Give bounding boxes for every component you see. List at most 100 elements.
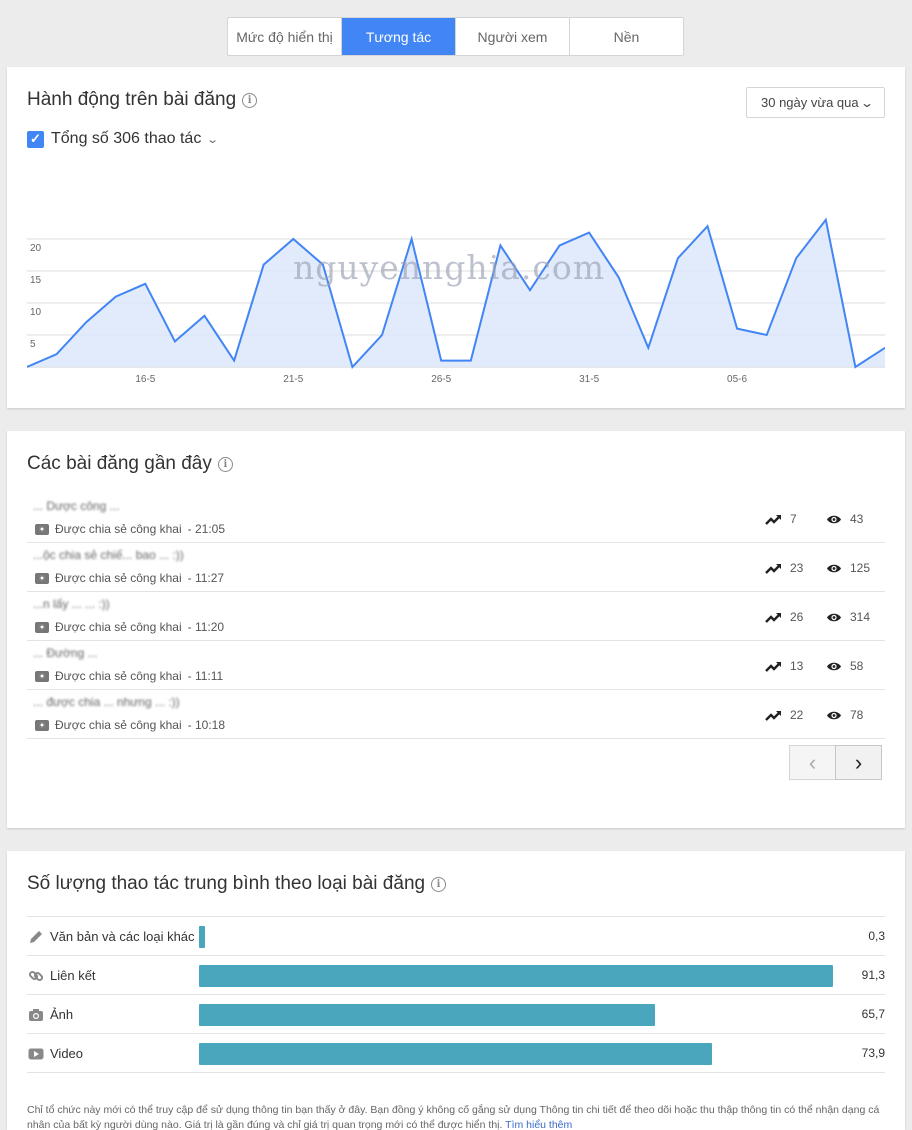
avg-label: Ảnh (50, 1007, 74, 1022)
post-row[interactable]: ... được chia ... nhưng ... :)) Được chi… (27, 690, 885, 739)
avg-row: Liên kết 91,3 (27, 956, 885, 995)
avg-row: Ảnh 65,7 (27, 995, 885, 1034)
views-stat: 78 (826, 708, 863, 722)
learn-more-link[interactable]: Tìm hiểu thêm (505, 1119, 572, 1130)
post-row[interactable]: ... Đường ... Được chia sẻ công khai - 1… (27, 641, 885, 690)
avg-bar (199, 1004, 656, 1026)
post-meta: Được chia sẻ công khai - 11:27 (35, 571, 224, 585)
actions-line-chart: 5 10 15 20 16-5 21-5 26-5 31-5 05-6 nguyennghia… (27, 217, 885, 385)
privacy-footnote: Chỉ tổ chức này mới có thể truy cập để s… (27, 1103, 885, 1130)
eye-icon (827, 613, 841, 621)
post-row[interactable]: ... Dược công ... Được chia sẻ công khai… (27, 494, 885, 543)
post-title[interactable]: ... Đường ... (33, 646, 98, 660)
views-stat: 125 (826, 561, 870, 575)
avg-label: Văn bản và các loại khác (50, 929, 195, 944)
post-title[interactable]: ... Dược công ... (33, 499, 120, 513)
y-tick-label: 10 (30, 307, 42, 318)
post-time: - 11:27 (187, 571, 225, 585)
post-visibility: Được chia sẻ công khai (55, 669, 182, 683)
avg-actions-title-text: Số lượng thao tác trung bình theo loại b… (27, 873, 426, 894)
tab-interaction[interactable]: Tương tác (342, 18, 456, 55)
avg-bar-track (199, 926, 833, 948)
total-actions-label: Tổng số 306 thao tác (51, 130, 202, 147)
post-meta: Được chia sẻ công khai - 11:20 (35, 620, 224, 634)
date-range-value: 30 ngày vừa qua (761, 95, 859, 110)
camera-icon (35, 523, 49, 535)
avg-bar-track (199, 965, 833, 987)
avg-row: Văn bản và các loại khác 0,3 (27, 917, 885, 956)
recent-posts-title: Các bài đăng gần đây i (27, 453, 233, 475)
engagement-stat: 23 (765, 561, 803, 575)
post-meta: Được chia sẻ công khai - 21:05 (35, 522, 225, 536)
next-page-button[interactable]: › (835, 745, 882, 780)
views-count: 125 (850, 561, 871, 575)
date-range-select[interactable]: 30 ngày vừa qua ⌄ (746, 87, 885, 118)
avg-label: Video (50, 1046, 84, 1061)
camera-icon (27, 1006, 44, 1023)
x-tick-label: 26-5 (431, 374, 451, 385)
engagement-count: 7 (790, 512, 797, 526)
eye-icon (827, 711, 841, 719)
tab-background[interactable]: Nền (570, 18, 683, 55)
post-time: - 11:20 (187, 620, 225, 634)
y-tick-label: 5 (30, 339, 36, 350)
avg-actions-title: Số lượng thao tác trung bình theo loại b… (27, 873, 447, 895)
post-actions-title-text: Hành động trên bài đăng (27, 89, 237, 110)
avg-value: 91,3 (861, 968, 885, 982)
engagement-stat: 7 (765, 512, 797, 526)
camera-icon (35, 572, 49, 584)
info-icon[interactable]: i (217, 456, 233, 472)
footnote-text: Chỉ tổ chức này mới có thể truy cập để s… (27, 1104, 880, 1130)
recent-posts-card: Các bài đăng gần đây i ... Dược công ...… (7, 431, 905, 828)
tab-visibility[interactable]: Mức độ hiển thị (228, 18, 342, 55)
camera-icon (35, 621, 49, 633)
post-title[interactable]: ...ộc chia sẻ chiế... bao ... :)) (33, 548, 184, 562)
engagement-count: 23 (790, 561, 804, 575)
chevron-down-icon[interactable]: ⌄ (206, 133, 219, 146)
tab-viewers[interactable]: Người xem (456, 18, 570, 55)
avg-bar-track (199, 1043, 833, 1065)
avg-bar (199, 926, 206, 948)
post-time: - 21:05 (187, 522, 225, 536)
avg-bar-track (199, 1004, 833, 1026)
views-stat: 43 (826, 512, 863, 526)
x-tick-label: 05-6 (727, 374, 747, 385)
post-title[interactable]: ... được chia ... nhưng ... :)) (33, 695, 180, 709)
x-tick-label: 31-5 (579, 374, 599, 385)
total-actions-toggle[interactable]: ✓ Tổng số 306 thao tác ⌄ (27, 130, 219, 148)
engagement-stat: 26 (765, 610, 803, 624)
post-title[interactable]: ...n lấy ... ... :)) (33, 597, 110, 611)
views-stat: 58 (826, 659, 863, 673)
avg-value: 73,9 (861, 1046, 885, 1060)
trending-up-icon (765, 661, 781, 672)
post-row[interactable]: ...n lấy ... ... :)) Được chia sẻ công k… (27, 592, 885, 641)
checkbox-checked-icon[interactable]: ✓ (27, 130, 44, 148)
trending-up-icon (765, 514, 781, 525)
views-count: 314 (850, 610, 871, 624)
chevron-down-icon: ⌄ (859, 95, 875, 110)
eye-icon (827, 662, 841, 670)
views-count: 78 (850, 708, 864, 722)
engagement-stat: 13 (765, 659, 803, 673)
post-visibility: Được chia sẻ công khai (55, 522, 182, 536)
avg-actions-list: Văn bản và các loại khác 0,3 Liên kết 91… (27, 916, 885, 1073)
avg-value: 0,3 (868, 929, 885, 943)
post-actions-title: Hành động trên bài đăng i (27, 89, 258, 111)
post-visibility: Được chia sẻ công khai (55, 620, 182, 634)
views-stat: 314 (826, 610, 870, 624)
post-visibility: Được chia sẻ công khai (55, 718, 182, 732)
prev-page-button[interactable]: ‹ (789, 745, 836, 780)
watermark: nguyennghia.com (293, 248, 605, 287)
avg-bar (199, 965, 833, 987)
info-icon[interactable]: i (431, 876, 447, 892)
post-row[interactable]: ...ộc chia sẻ chiế... bao ... :)) Được c… (27, 543, 885, 592)
views-count: 43 (850, 512, 864, 526)
engagement-stat: 22 (765, 708, 803, 722)
info-icon[interactable]: i (242, 92, 258, 108)
trending-up-icon (765, 612, 781, 623)
x-tick-label: 21-5 (283, 374, 303, 385)
pagination: ‹ › (789, 745, 882, 780)
avg-bar (199, 1043, 713, 1065)
trending-up-icon (765, 710, 781, 721)
camera-icon (35, 719, 49, 731)
